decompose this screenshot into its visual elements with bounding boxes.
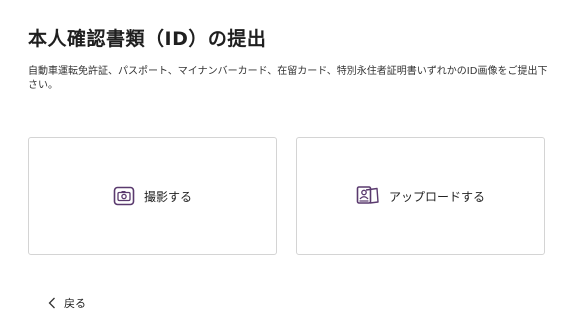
upload-button[interactable]: アップロードする bbox=[296, 137, 545, 255]
upload-label: アップロードする bbox=[388, 189, 485, 204]
page-description: 自動車運転免許証、パスポート、マイナンバーカード、在留カード、特別永住者証明書い… bbox=[28, 66, 548, 91]
chevron-left-icon bbox=[48, 297, 56, 309]
camera-icon bbox=[113, 186, 135, 206]
page-title: 本人確認書類（ID）の提出 bbox=[28, 28, 267, 50]
id-submission-page: 本人確認書類（ID）の提出 自動車運転免許証、パスポート、マイナンバーカード、在… bbox=[0, 0, 582, 336]
take-photo-button[interactable]: 撮影する bbox=[28, 137, 277, 255]
back-button[interactable]: 戻る bbox=[48, 295, 86, 311]
id-card-upload-icon bbox=[356, 185, 380, 207]
back-label: 戻る bbox=[64, 297, 86, 310]
take-photo-label: 撮影する bbox=[143, 189, 192, 204]
